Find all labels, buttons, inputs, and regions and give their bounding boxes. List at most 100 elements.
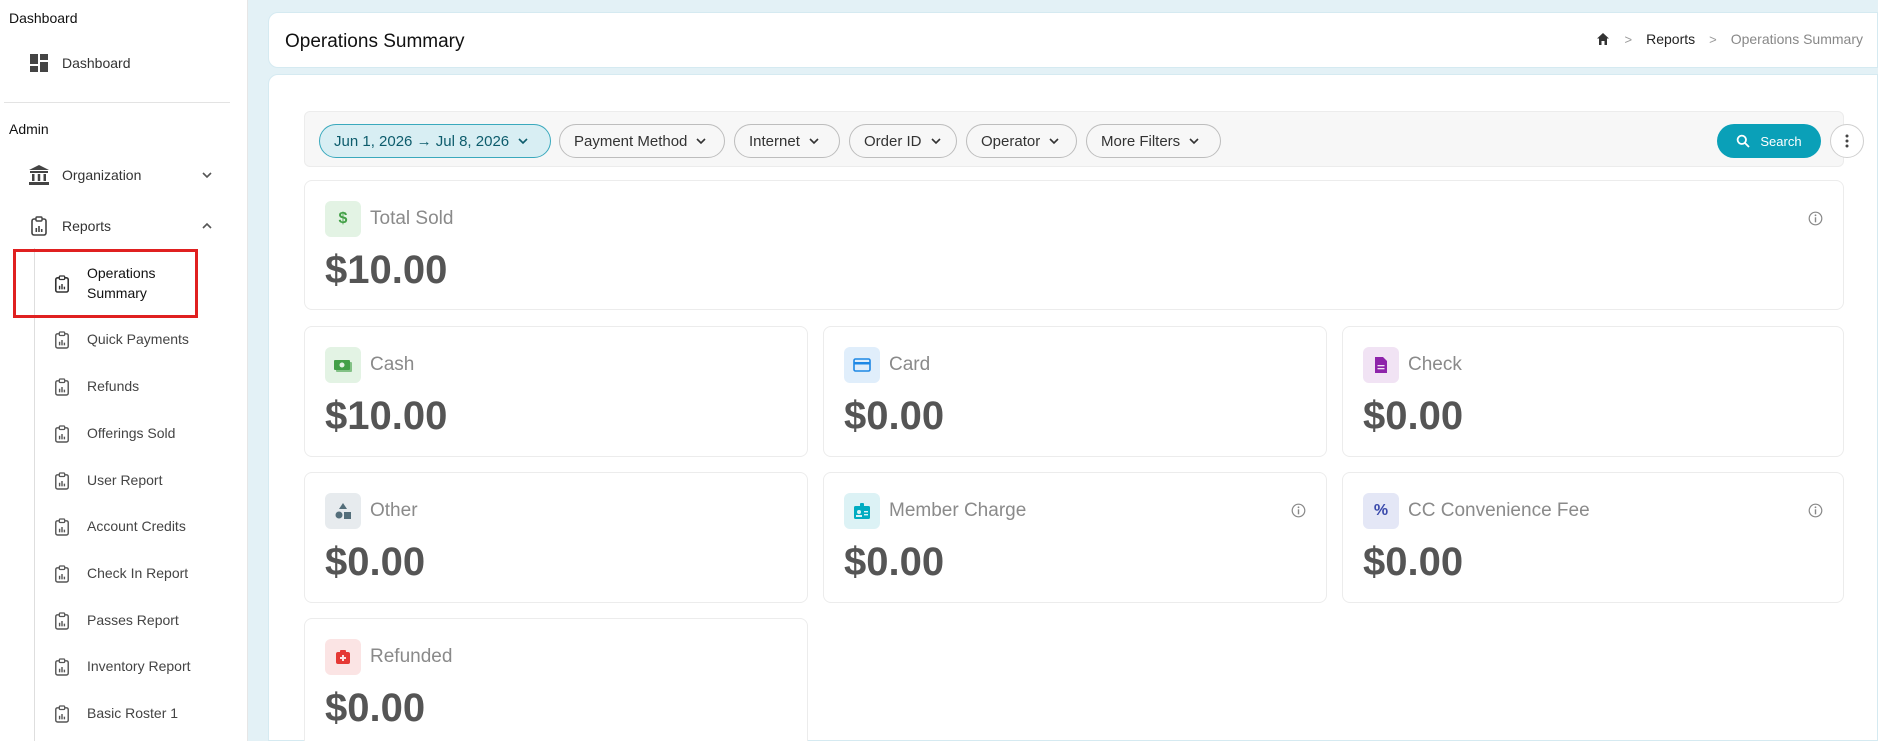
stat-card-total-sold: $ Total Sold $10.00 (304, 180, 1844, 310)
stat-card-cc-convenience-fee: % CC Convenience Fee $0.00 (1342, 472, 1844, 603)
sidebar-item-label: Reports (62, 218, 112, 234)
credit-card-icon (844, 347, 880, 383)
operator-label: Operator (981, 132, 1041, 150)
sidebar-item-reports[interactable]: Reports (0, 215, 247, 237)
sidebar-item-user-report[interactable]: User Report (0, 471, 247, 491)
order-id-filter[interactable]: Order ID (849, 124, 957, 158)
breadcrumb-current: Operations Summary (1730, 31, 1863, 47)
sidebar-item-check-in-report[interactable]: Check In Report (0, 564, 247, 584)
home-icon[interactable] (1595, 31, 1611, 47)
clipboard-chart-icon (52, 517, 72, 537)
sidebar-section-dashboard: Dashboard (9, 10, 78, 26)
stat-title: Check (1408, 354, 1462, 375)
sidebar-item-label: Quick Payments (87, 331, 189, 347)
search-button[interactable]: Search (1717, 124, 1821, 158)
sidebar-item-label: Organization (62, 167, 142, 183)
page-header: Operations Summary > Reports > Operation… (268, 12, 1878, 68)
chevron-down-icon (809, 138, 819, 145)
order-id-label: Order ID (864, 132, 922, 150)
sidebar-divider (4, 102, 230, 103)
sidebar-item-label: User Report (87, 472, 163, 488)
more-options-button[interactable] (1830, 124, 1864, 158)
sidebar-item-label: Account Credits (87, 518, 186, 534)
stat-value: $0.00 (325, 540, 426, 584)
dollar-icon: $ (325, 201, 361, 237)
stat-value: $10.00 (325, 248, 448, 292)
stat-value: $0.00 (1363, 540, 1464, 584)
clipboard-chart-icon (28, 215, 50, 237)
search-icon (1737, 134, 1751, 148)
sidebar-item-passes-report[interactable]: Passes Report (0, 611, 247, 631)
sidebar-item-label: Check In Report (87, 565, 189, 581)
sidebar-item-account-credits[interactable]: Account Credits (0, 517, 247, 537)
sidebar-item-dashboard[interactable]: Dashboard (0, 52, 247, 74)
info-icon[interactable] (1808, 503, 1823, 518)
bank-icon (28, 164, 50, 186)
filter-bar: Jun 1, 2026 → Jul 8, 2026 Payment Method… (304, 111, 1864, 167)
sidebar-section-admin: Admin (9, 121, 49, 137)
more-filters-button[interactable]: More Filters (1086, 124, 1221, 158)
clipboard-chart-icon (52, 330, 72, 350)
sidebar: Dashboard Dashboard Admin Organization R… (0, 0, 248, 741)
main-content: Jun 1, 2026 → Jul 8, 2026 Payment Method… (268, 74, 1878, 741)
payment-method-label: Payment Method (574, 132, 688, 150)
stat-title: CC Convenience Fee (1408, 500, 1590, 521)
chevron-down-icon (930, 138, 941, 145)
percent-icon: % (1363, 493, 1399, 529)
sidebar-item-basic-roster-1[interactable]: Basic Roster 1 (0, 704, 247, 724)
stat-card-check: Check $0.00 (1342, 326, 1844, 457)
stat-card-refunded: Refunded $0.00 (304, 618, 808, 741)
sidebar-item-organization[interactable]: Organization (0, 164, 247, 186)
chevron-up-icon[interactable] (200, 219, 214, 233)
sidebar-item-quick-payments[interactable]: Quick Payments (0, 330, 247, 350)
info-icon[interactable] (1291, 503, 1306, 518)
cash-icon (325, 347, 361, 383)
sidebar-item-label: Basic Roster 1 (87, 705, 179, 721)
date-range-filter[interactable]: Jun 1, 2026 → Jul 8, 2026 (319, 124, 551, 158)
sidebar-item-offerings-sold[interactable]: Offerings Sold (0, 424, 247, 444)
clipboard-chart-icon (52, 611, 72, 631)
page-title: Operations Summary (285, 31, 465, 52)
operator-filter[interactable]: Operator (966, 124, 1077, 158)
selection-highlight (13, 249, 198, 318)
chevron-right-icon: > (1709, 31, 1717, 47)
stat-value: $0.00 (844, 394, 945, 438)
sidebar-item-inventory-report[interactable]: Inventory Report (0, 657, 247, 677)
info-icon[interactable] (1808, 211, 1823, 226)
stat-card-other: Other $0.00 (304, 472, 808, 603)
stat-title: Refunded (370, 646, 453, 667)
more-filters-label: More Filters (1101, 132, 1181, 150)
stat-card-card: Card $0.00 (823, 326, 1327, 457)
clipboard-chart-icon (52, 704, 72, 724)
stat-title: Member Charge (889, 500, 1027, 521)
stat-title: Card (889, 354, 931, 375)
internet-label: Internet (749, 132, 800, 150)
stat-value: $0.00 (325, 686, 426, 730)
more-vertical-icon (1845, 134, 1849, 148)
stat-card-cash: Cash $10.00 (304, 326, 808, 457)
clipboard-chart-icon (52, 377, 72, 397)
sidebar-item-label: Passes Report (87, 612, 179, 628)
stat-value: $0.00 (844, 540, 945, 584)
chevron-down-icon (1049, 138, 1059, 145)
chevron-down-icon (696, 138, 706, 145)
chevron-down-icon[interactable] (200, 168, 214, 182)
stat-value: $0.00 (1363, 394, 1464, 438)
chevron-right-icon: > (1624, 31, 1633, 47)
stat-title: Total Sold (370, 208, 454, 229)
sidebar-item-label: Refunds (87, 378, 140, 394)
clipboard-chart-icon (52, 564, 72, 584)
breadcrumb: > Reports > Operations Summary (1595, 31, 1863, 47)
date-range-label: Jun 1, 2026 → Jul 8, 2026 (334, 132, 510, 150)
stat-title: Cash (370, 354, 415, 375)
payment-method-filter[interactable]: Payment Method (559, 124, 725, 158)
stat-card-member-charge: Member Charge $0.00 (823, 472, 1327, 603)
search-label: Search (1760, 133, 1802, 149)
shapes-icon (325, 493, 361, 529)
badge-icon (844, 493, 880, 529)
sidebar-item-refunds[interactable]: Refunds (0, 377, 247, 397)
stat-value: $10.00 (325, 394, 448, 438)
internet-filter[interactable]: Internet (734, 124, 840, 158)
document-icon (1363, 347, 1399, 383)
breadcrumb-reports[interactable]: Reports (1646, 31, 1695, 47)
